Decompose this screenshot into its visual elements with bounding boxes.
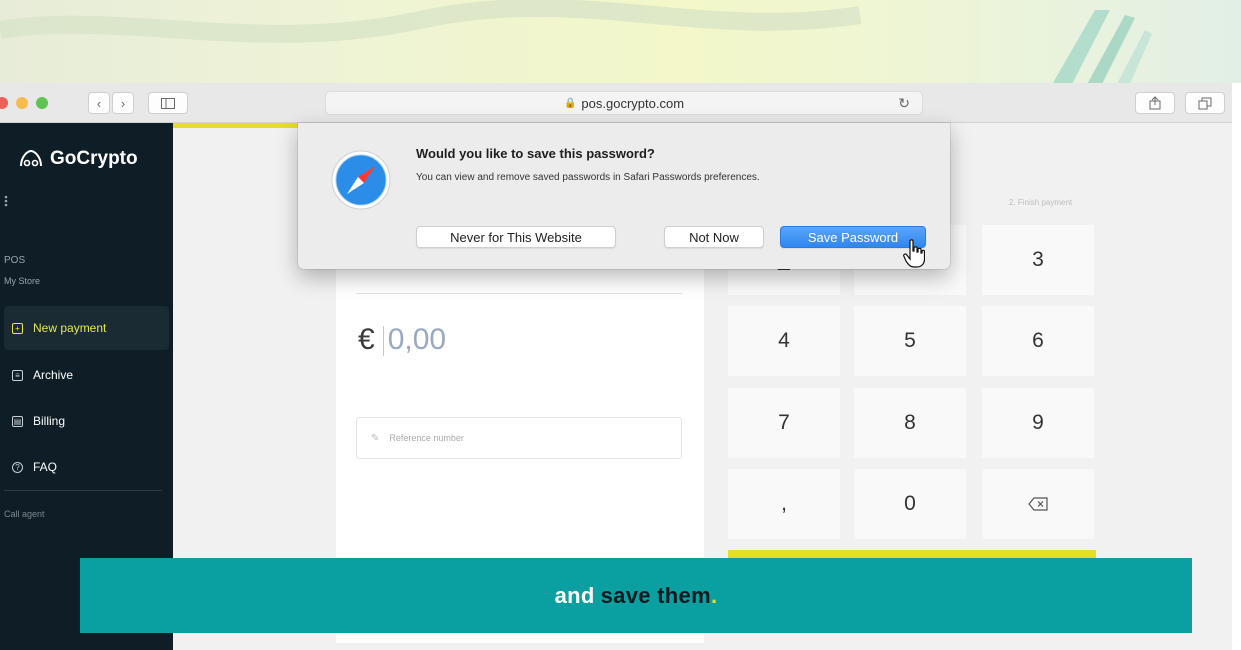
caption-period: . xyxy=(710,582,718,608)
chevron-left-icon: ‹ xyxy=(96,95,102,111)
key-label: 6 xyxy=(1032,329,1044,352)
key-label: , xyxy=(781,492,787,515)
keypad-key-9[interactable]: 9 xyxy=(982,388,1094,458)
save-password-dialog: Would you like to save this password? Yo… xyxy=(298,123,950,269)
caption-word: and xyxy=(554,582,595,608)
chevron-right-icon: › xyxy=(120,95,126,111)
call-agent-link[interactable]: Call agent xyxy=(4,509,45,519)
sidebar-item-label: New payment xyxy=(33,321,107,335)
video-caption: and save them. xyxy=(80,558,1192,633)
share-button[interactable] xyxy=(1135,92,1175,114)
reference-number-field[interactable]: ✎ Reference number xyxy=(356,417,682,459)
key-label: 0 xyxy=(904,492,916,515)
amount-placeholder: 0,00 xyxy=(387,323,447,356)
key-label: 3 xyxy=(1032,248,1044,271)
dialog-title: Would you like to save this password? xyxy=(416,146,655,161)
reference-placeholder: Reference number xyxy=(389,433,464,443)
tabs-overview-button[interactable] xyxy=(1185,92,1225,114)
pencil-icon: ✎ xyxy=(371,432,380,444)
sidebar-toggle-button[interactable] xyxy=(148,92,188,114)
safari-compass-icon xyxy=(331,150,391,210)
sidebar-item-archive[interactable]: ≡ Archive xyxy=(4,353,169,397)
minimize-window-button[interactable] xyxy=(16,97,28,109)
caption-phrase: save them xyxy=(600,582,711,608)
reload-icon[interactable]: ↻ xyxy=(898,95,910,112)
brand-name: GoCrypto xyxy=(50,148,138,169)
browser-toolbar: ‹ › 🔒 pos.gocrypto.com ↻ xyxy=(0,83,1232,123)
forward-button[interactable]: › xyxy=(112,92,134,114)
hand-cursor-icon xyxy=(903,239,925,268)
url-text: pos.gocrypto.com xyxy=(581,95,685,111)
sidebar-item-label: FAQ xyxy=(33,460,58,474)
page-edge xyxy=(1232,83,1241,650)
dialog-message: You can view and remove saved passwords … xyxy=(416,172,760,183)
sidebar-item-label: Archive xyxy=(33,368,74,382)
store-name: My Store xyxy=(4,276,41,286)
brand-logo[interactable]: GoCrypto xyxy=(18,148,138,170)
keypad-key-3[interactable]: 3 xyxy=(982,225,1094,295)
amount-input[interactable]: €0,00 xyxy=(358,323,446,357)
text-caret xyxy=(382,326,384,357)
close-window-button[interactable] xyxy=(0,97,8,109)
key-label: 5 xyxy=(904,329,916,352)
step-label: 2. Finish payment xyxy=(1009,198,1073,207)
keypad-key-7[interactable]: 7 xyxy=(728,388,840,458)
lock-icon: 🔒 xyxy=(563,97,577,109)
keypad-key-comma[interactable]: , xyxy=(728,469,840,539)
keypad-key-5[interactable]: 5 xyxy=(854,306,966,376)
sidebar-divider xyxy=(4,490,162,491)
keypad-key-8[interactable]: 8 xyxy=(854,388,966,458)
address-bar[interactable]: 🔒 pos.gocrypto.com ↻ xyxy=(325,91,923,115)
decorative-background xyxy=(0,0,1241,88)
gocrypto-logo-icon xyxy=(20,149,42,167)
back-button[interactable]: ‹ xyxy=(88,92,110,114)
currency-symbol: € xyxy=(358,323,375,356)
more-icon[interactable] xyxy=(4,195,8,207)
pos-section-label: POS xyxy=(4,255,26,266)
card-divider xyxy=(356,293,682,294)
key-label: 9 xyxy=(1032,411,1044,434)
help-icon: ? xyxy=(12,461,23,473)
sidebar-icon xyxy=(161,97,175,109)
backspace-icon xyxy=(1028,497,1048,511)
key-label: 4 xyxy=(778,329,790,352)
key-label: 7 xyxy=(778,411,790,434)
zoom-window-button[interactable] xyxy=(36,97,48,109)
keypad-key-4[interactable]: 4 xyxy=(728,306,840,376)
never-for-this-website-button[interactable]: Never for This Website xyxy=(416,226,616,248)
sidebar-item-billing[interactable]: ▤ Billing xyxy=(4,399,169,443)
sidebar-item-label: Billing xyxy=(33,414,66,428)
share-icon xyxy=(1149,96,1161,110)
billing-icon: ▤ xyxy=(12,415,23,427)
sidebar-item-faq[interactable]: ? FAQ xyxy=(4,445,169,489)
key-label: 8 xyxy=(904,411,916,434)
sidebar-item-new-payment[interactable]: + New payment xyxy=(4,306,169,350)
accent-line xyxy=(173,123,298,128)
plus-square-icon: + xyxy=(12,322,23,334)
keypad-key-6[interactable]: 6 xyxy=(982,306,1094,376)
archive-icon: ≡ xyxy=(12,369,23,381)
keypad-key-backspace[interactable] xyxy=(982,469,1094,539)
keypad-key-0[interactable]: 0 xyxy=(854,469,966,539)
tabs-icon xyxy=(1198,97,1212,109)
not-now-button[interactable]: Not Now xyxy=(664,226,764,248)
confirm-bar[interactable] xyxy=(728,550,1096,558)
